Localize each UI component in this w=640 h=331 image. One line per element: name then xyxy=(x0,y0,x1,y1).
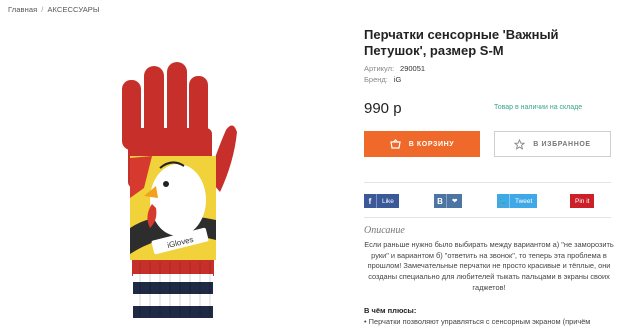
twitter-tweet-button[interactable]: 🐦 Tweet xyxy=(497,194,538,208)
product-price: 990 р xyxy=(364,100,402,117)
sku-row: Артикул: 290051 xyxy=(364,64,425,73)
add-to-cart-button[interactable]: В КОРЗИНУ xyxy=(364,131,480,157)
cart-icon xyxy=(390,139,401,149)
twitter-icon: 🐦 xyxy=(497,194,510,208)
heart-icon: ❤ xyxy=(452,198,458,205)
facebook-icon: f xyxy=(364,194,377,208)
brand-row: Бренд: iG xyxy=(364,75,401,84)
divider xyxy=(364,217,611,218)
star-icon xyxy=(514,138,526,150)
sku-value: 290051 xyxy=(400,64,426,73)
pinterest-pin-button[interactable]: Pin it xyxy=(570,194,595,208)
description-text: Если раньше нужно было выбирать между ва… xyxy=(364,240,614,292)
stock-status: Товар в наличии на складе xyxy=(494,104,583,111)
sku-label: Артикул: xyxy=(364,64,395,73)
facebook-like-button[interactable]: f Like xyxy=(364,194,399,208)
tweet-label: Tweet xyxy=(515,197,533,205)
breadcrumb-home-link[interactable]: Главная xyxy=(8,5,37,14)
brand-label: Бренд: xyxy=(364,75,388,84)
vk-icon: B xyxy=(434,194,447,208)
description-heading: Описание xyxy=(364,225,405,236)
add-to-favorites-label: В ИЗБРАННОЕ xyxy=(533,140,591,148)
add-to-cart-label: В КОРЗИНУ xyxy=(408,140,455,148)
breadcrumb-category-link[interactable]: АКСЕССУАРЫ xyxy=(47,5,99,14)
divider xyxy=(364,182,611,183)
benefit-item: • Перчатки позволяют управляться с сенсо… xyxy=(364,317,591,326)
vk-like-button[interactable]: B ❤ xyxy=(434,194,463,208)
breadcrumb: Главная / АКСЕССУАРЫ xyxy=(8,5,100,14)
facebook-like-label: Like xyxy=(382,197,394,205)
benefits-heading: В чём плюсы: xyxy=(364,306,417,315)
breadcrumb-separator: / xyxy=(41,5,44,14)
pin-it-label: Pin it xyxy=(575,197,590,205)
product-title: Перчатки сенсорные 'Важный Петушок', раз… xyxy=(364,27,559,58)
product-image[interactable]: iGloves xyxy=(100,58,240,320)
brand-value: iG xyxy=(393,75,402,84)
add-to-favorites-button[interactable]: В ИЗБРАННОЕ xyxy=(494,131,611,157)
